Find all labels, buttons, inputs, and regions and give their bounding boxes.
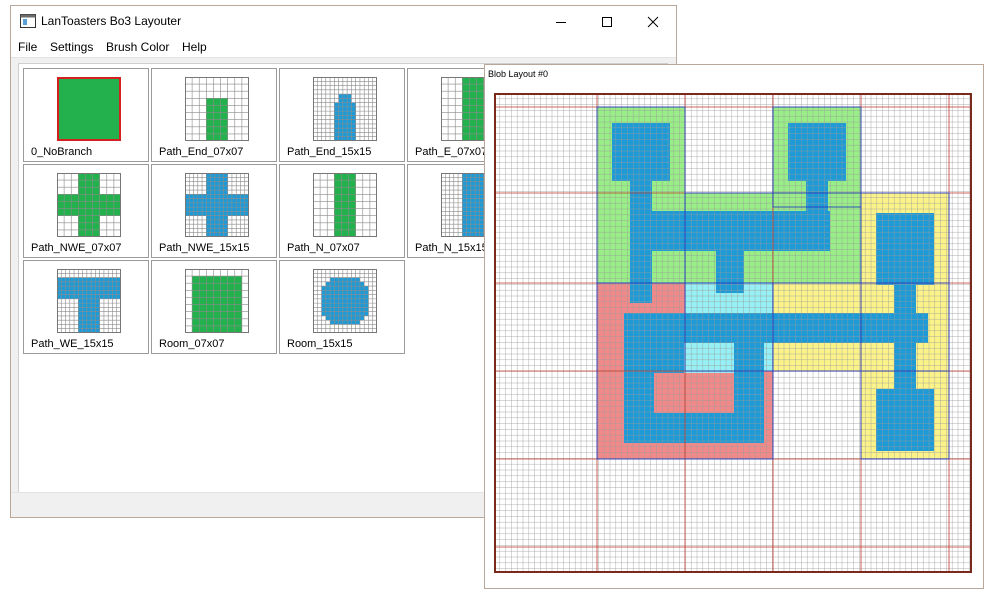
- tile-label: Path_N_15x15: [415, 242, 488, 254]
- blob-window-title: Blob Layout #0: [488, 69, 549, 79]
- tile-room-15x15[interactable]: Room_15x15: [279, 260, 405, 354]
- menu-file[interactable]: File: [18, 40, 37, 54]
- blob-layout-window: Blob Layout #0: [484, 64, 984, 589]
- tile-label: Path_NWE_15x15: [159, 242, 250, 254]
- tile-label: Path_End_07x07: [159, 146, 244, 158]
- tile-thumbnail: [185, 173, 249, 237]
- menu-brush-color[interactable]: Brush Color: [106, 40, 169, 54]
- tile-path-n-07x07[interactable]: Path_N_07x07: [279, 164, 405, 258]
- window-title: LanToasters Bo3 Layouter: [41, 14, 182, 28]
- blob-layout-canvas[interactable]: [494, 93, 972, 573]
- tile-label: Room_15x15: [287, 338, 353, 350]
- menu-bar: File Settings Brush Color Help: [11, 37, 676, 57]
- tile-path-end-07x07[interactable]: Path_End_07x07: [151, 68, 277, 162]
- tile-thumbnail: [185, 269, 249, 333]
- tile-thumbnail: [57, 173, 121, 237]
- menu-settings[interactable]: Settings: [50, 40, 93, 54]
- tile-thumbnail: [313, 269, 377, 333]
- minimize-button[interactable]: [538, 6, 584, 37]
- maximize-button[interactable]: [584, 6, 630, 37]
- tile-path-nwe-15x15[interactable]: Path_NWE_15x15: [151, 164, 277, 258]
- tile-path-nwe-07x07[interactable]: Path_NWE_07x07: [23, 164, 149, 258]
- tile-thumbnail: [57, 77, 121, 141]
- tile-label: Room_07x07: [159, 338, 225, 350]
- maximize-icon: [602, 16, 612, 27]
- tile-path-we-15x15[interactable]: Path_WE_15x15: [23, 260, 149, 354]
- tile-label: Path_E_07x07: [415, 146, 488, 158]
- tile-thumbnail: [185, 77, 249, 141]
- tile-0-nobranch[interactable]: 0_NoBranch: [23, 68, 149, 162]
- tile-room-07x07[interactable]: Room_07x07: [151, 260, 277, 354]
- title-bar[interactable]: LanToasters Bo3 Layouter: [11, 6, 676, 37]
- tile-thumbnail: [313, 77, 377, 141]
- tile-label: Path_N_07x07: [287, 242, 360, 254]
- tile-thumbnail: [57, 269, 121, 333]
- tile-label: Path_WE_15x15: [31, 338, 114, 350]
- minimize-icon: [556, 21, 566, 23]
- tile-label: Path_NWE_07x07: [31, 242, 122, 254]
- app-window-icon: [20, 14, 36, 28]
- menu-help[interactable]: Help: [182, 40, 207, 54]
- tile-thumbnail: [313, 173, 377, 237]
- close-button[interactable]: [630, 6, 676, 37]
- close-icon: [647, 16, 659, 27]
- tile-label: Path_End_15x15: [287, 146, 372, 158]
- tile-label: 0_NoBranch: [31, 146, 93, 158]
- menu-divider: [11, 57, 676, 62]
- tile-path-end-15x15[interactable]: Path_End_15x15: [279, 68, 405, 162]
